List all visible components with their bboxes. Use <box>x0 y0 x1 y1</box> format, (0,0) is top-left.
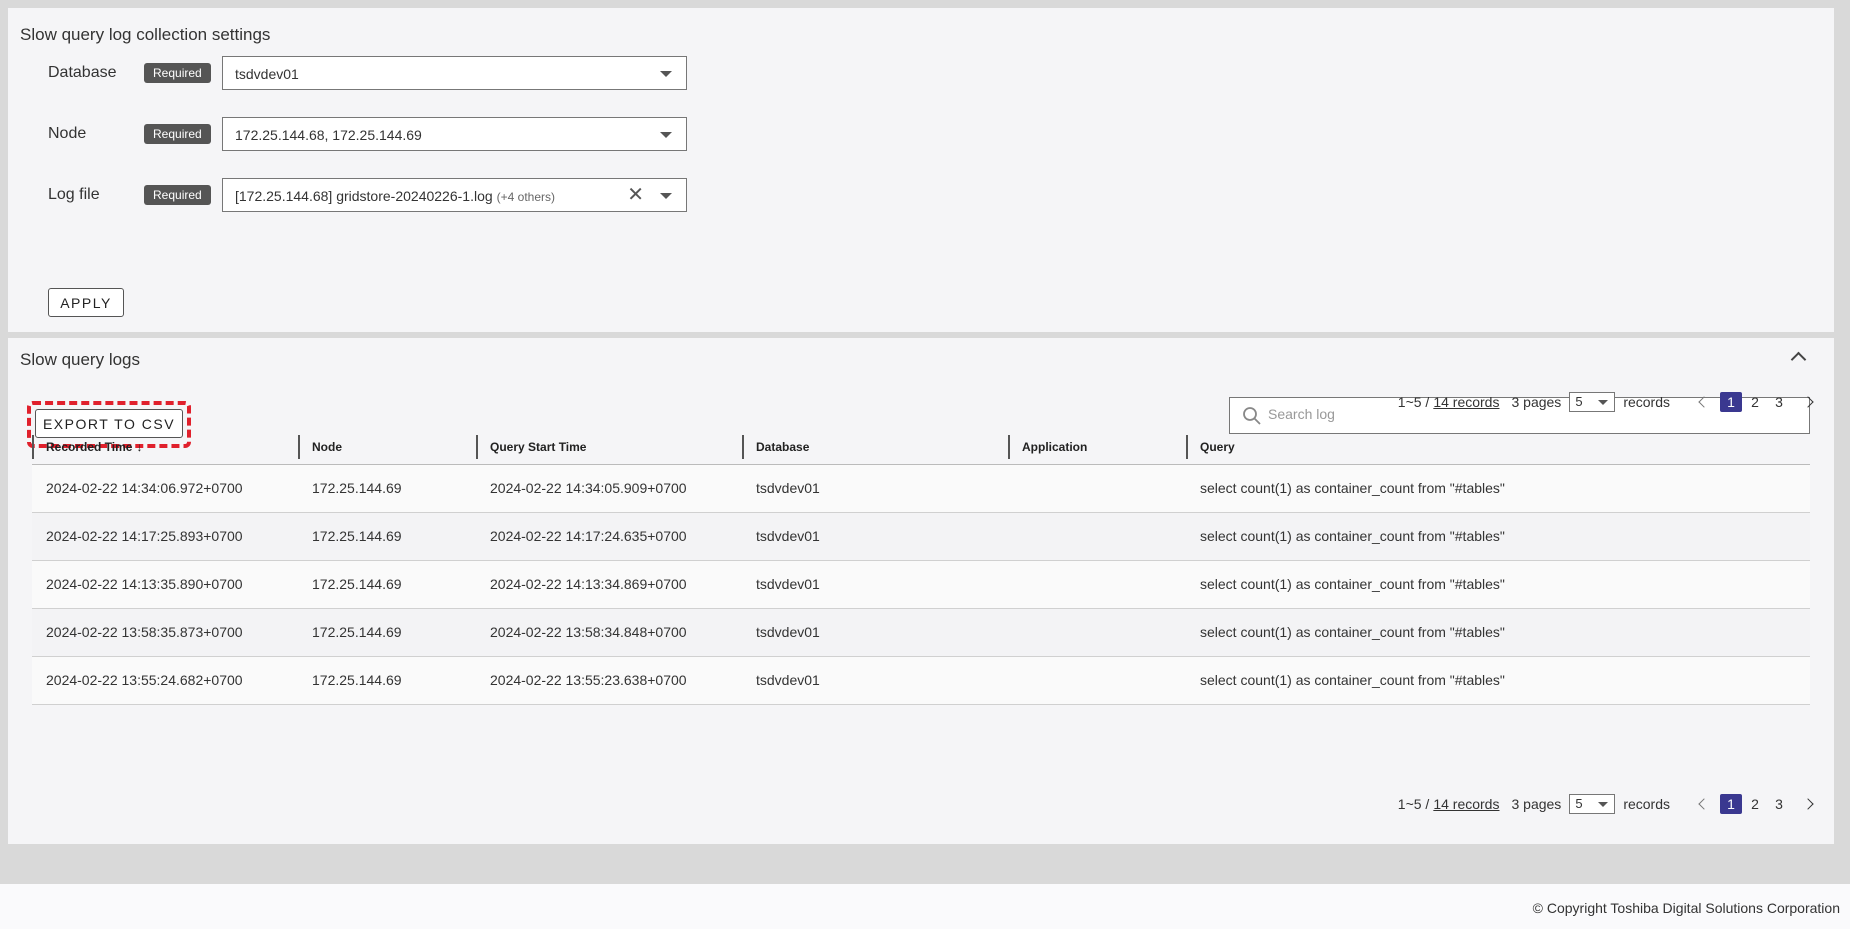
chevron-down-icon[interactable] <box>660 132 672 138</box>
cell-query-start-time: 2024-02-22 14:13:34.869+0700 <box>476 560 742 609</box>
cell-query: select count(1) as container_count from … <box>1186 560 1810 609</box>
per-page-select[interactable]: 5 <box>1569 794 1616 814</box>
cell-query: select count(1) as container_count from … <box>1186 608 1810 657</box>
node-value: 172.25.144.68, 172.25.144.69 <box>235 127 422 143</box>
page-1-button[interactable]: 1 <box>1720 392 1742 412</box>
chevron-down-icon[interactable] <box>1598 400 1609 405</box>
cell-node: 172.25.144.69 <box>298 512 476 561</box>
page-2-button[interactable]: 2 <box>1744 392 1766 412</box>
table-row[interactable]: 2024-02-22 13:55:24.682+0700 172.25.144.… <box>32 656 1810 705</box>
log-file-others: (+4 others) <box>496 190 555 204</box>
slow-query-logs-panel: Slow query logs EXPORT TO CSV 1~5 / 14 r… <box>8 338 1834 844</box>
apply-button[interactable]: APPLY <box>48 288 124 317</box>
log-file-value: [172.25.144.68] gridstore-20240226-1.log <box>235 188 493 204</box>
cell-application <box>1008 512 1186 561</box>
cell-application <box>1008 656 1186 705</box>
chevron-down-icon[interactable] <box>660 71 672 77</box>
records-label: records <box>1623 394 1670 410</box>
col-query-start-time[interactable]: Query Start Time <box>476 430 742 465</box>
logs-title: Slow query logs <box>20 350 141 369</box>
record-range: 1~5 / <box>1397 394 1430 410</box>
cell-recorded-time: 2024-02-22 13:55:24.682+0700 <box>32 656 298 705</box>
cell-application <box>1008 464 1186 513</box>
slow-query-table: Recorded Time ↓ Node Query Start Time Dat… <box>32 430 1810 705</box>
col-application[interactable]: Application <box>1008 430 1186 465</box>
cell-recorded-time: 2024-02-22 13:58:35.873+0700 <box>32 608 298 657</box>
per-page-value: 5 <box>1575 394 1583 409</box>
col-recorded-time[interactable]: Recorded Time ↓ <box>32 430 298 465</box>
cell-database: tsdvdev01 <box>742 464 1008 513</box>
required-badge: Required <box>144 63 211 83</box>
record-range: 1~5 / <box>1397 796 1430 812</box>
page-3-button[interactable]: 3 <box>1768 392 1790 412</box>
pagination-bottom: 1~5 / 14 records 3 pages 5 records 1 2 3 <box>1398 792 1818 816</box>
cell-application <box>1008 608 1186 657</box>
settings-title: Slow query log collection settings <box>20 25 271 44</box>
page-2-button[interactable]: 2 <box>1744 794 1766 814</box>
cell-query-start-time: 2024-02-22 14:34:05.909+0700 <box>476 464 742 513</box>
node-label: Node <box>48 125 87 142</box>
database-label: Database <box>48 64 117 81</box>
cell-query-start-time: 2024-02-22 13:55:23.638+0700 <box>476 656 742 705</box>
cell-database: tsdvdev01 <box>742 512 1008 561</box>
collection-settings-panel: Slow query log collection settings Datab… <box>8 8 1834 332</box>
prev-page-icon[interactable] <box>1698 396 1710 408</box>
records-link[interactable]: 14 records <box>1433 394 1499 410</box>
chevron-up-icon[interactable] <box>1790 351 1807 368</box>
database-select[interactable]: tsdvdev01 <box>222 56 687 90</box>
per-page-value: 5 <box>1575 796 1583 811</box>
footer: © Copyright Toshiba Digital Solutions Co… <box>0 884 1850 929</box>
page-1-button[interactable]: 1 <box>1720 794 1742 814</box>
next-page-icon[interactable] <box>1802 396 1814 408</box>
close-icon[interactable]: ✕ <box>627 185 644 205</box>
table-row[interactable]: 2024-02-22 14:17:25.893+0700 172.25.144.… <box>32 512 1810 561</box>
cell-query-start-time: 2024-02-22 13:58:34.848+0700 <box>476 608 742 657</box>
chevron-down-icon[interactable] <box>1598 802 1609 807</box>
cell-database: tsdvdev01 <box>742 608 1008 657</box>
log-file-select[interactable]: [172.25.144.68] gridstore-20240226-1.log… <box>222 178 687 212</box>
page-count: 3 pages <box>1511 796 1562 812</box>
copyright-text: © Copyright Toshiba Digital Solutions Co… <box>1532 900 1840 916</box>
per-page-select[interactable]: 5 <box>1569 392 1616 412</box>
database-value: tsdvdev01 <box>235 66 299 82</box>
cell-query-start-time: 2024-02-22 14:17:24.635+0700 <box>476 512 742 561</box>
arrow-down-icon[interactable]: ↓ <box>136 440 142 454</box>
cell-node: 172.25.144.69 <box>298 608 476 657</box>
cell-query: select count(1) as container_count from … <box>1186 464 1810 513</box>
cell-recorded-time: 2024-02-22 14:17:25.893+0700 <box>32 512 298 561</box>
cell-node: 172.25.144.69 <box>298 656 476 705</box>
node-select[interactable]: 172.25.144.68, 172.25.144.69 <box>222 117 687 151</box>
table-row[interactable]: 2024-02-22 14:13:35.890+0700 172.25.144.… <box>32 560 1810 609</box>
cell-node: 172.25.144.69 <box>298 464 476 513</box>
page-3-button[interactable]: 3 <box>1768 794 1790 814</box>
table-row[interactable]: 2024-02-22 14:34:06.972+0700 172.25.144.… <box>32 464 1810 513</box>
search-icon <box>1243 407 1261 425</box>
cell-recorded-time: 2024-02-22 14:34:06.972+0700 <box>32 464 298 513</box>
chevron-down-icon[interactable] <box>660 193 672 199</box>
records-label: records <box>1623 796 1670 812</box>
cell-query: select count(1) as container_count from … <box>1186 512 1810 561</box>
cell-database: tsdvdev01 <box>742 560 1008 609</box>
database-row: Database Required tsdvdev01 <box>48 56 748 90</box>
cell-node: 172.25.144.69 <box>298 560 476 609</box>
cell-query: select count(1) as container_count from … <box>1186 656 1810 705</box>
page-count: 3 pages <box>1511 394 1562 410</box>
node-row: Node Required 172.25.144.68, 172.25.144.… <box>48 117 748 151</box>
required-badge: Required <box>144 185 211 205</box>
cell-application <box>1008 560 1186 609</box>
col-query[interactable]: Query <box>1186 430 1810 465</box>
col-node[interactable]: Node <box>298 430 476 465</box>
prev-page-icon[interactable] <box>1698 798 1710 810</box>
cell-database: tsdvdev01 <box>742 656 1008 705</box>
table-header-row: Recorded Time ↓ Node Query Start Time Dat… <box>32 430 1810 465</box>
cell-recorded-time: 2024-02-22 14:13:35.890+0700 <box>32 560 298 609</box>
next-page-icon[interactable] <box>1802 798 1814 810</box>
log-file-row: Log file Required [172.25.144.68] gridst… <box>48 178 748 212</box>
table-row[interactable]: 2024-02-22 13:58:35.873+0700 172.25.144.… <box>32 608 1810 657</box>
records-link[interactable]: 14 records <box>1433 796 1499 812</box>
col-database[interactable]: Database <box>742 430 1008 465</box>
required-badge: Required <box>144 124 211 144</box>
log-file-label: Log file <box>48 186 100 203</box>
pagination-top: 1~5 / 14 records 3 pages 5 records 1 2 3 <box>1398 390 1818 414</box>
